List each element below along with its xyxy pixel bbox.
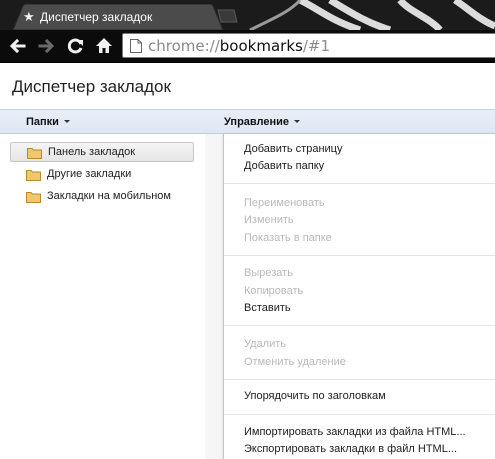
- forward-arrow-icon: [38, 38, 55, 54]
- url-path: /#1: [302, 37, 330, 55]
- folder-icon: [27, 148, 42, 159]
- chevron-down-icon: [63, 120, 70, 123]
- home-button[interactable]: [92, 34, 116, 58]
- tree-item-bookmarks-bar[interactable]: Панель закладок: [10, 142, 194, 162]
- page-icon: [130, 39, 142, 53]
- home-icon: [96, 38, 112, 53]
- menu-item-import-html[interactable]: Импортировать закладки из файла HTML...: [244, 426, 466, 439]
- manager-header-bar: Папки Управление: [0, 109, 495, 134]
- organize-menu: Добавить страницу Добавить папку Переиме…: [223, 134, 495, 459]
- forward-button[interactable]: [35, 34, 59, 58]
- menu-item-sort-by-title[interactable]: Упорядочить по заголовкам: [244, 390, 386, 403]
- menu-item-edit: Изменить: [244, 214, 294, 226]
- tab-bookmark-manager[interactable]: ★ Диспетчер закладок: [13, 4, 231, 30]
- folder-tree: Панель закладок Другие закладки Закладки…: [0, 134, 205, 459]
- tree-item-label: Другие закладки: [47, 168, 132, 180]
- address-bar[interactable]: chrome://bookmarks/#1: [122, 33, 495, 58]
- menu-separator: [224, 379, 495, 380]
- menu-separator: [224, 183, 495, 184]
- tree-item-label: Закладки на мобильном: [47, 190, 171, 202]
- menu-item-show-in-folder: Показать в папке: [244, 232, 332, 244]
- menu-separator: [224, 414, 495, 415]
- menu-item-paste[interactable]: Вставить: [244, 302, 291, 315]
- folder-icon: [26, 170, 41, 181]
- menu-item-export-html[interactable]: Экспортировать закладки в файл HTML...: [244, 443, 457, 456]
- url-host: bookmarks: [219, 37, 303, 55]
- url-scheme: chrome://: [148, 37, 220, 55]
- pane-splitter[interactable]: [205, 134, 223, 459]
- menu-item-delete: Удалить: [244, 338, 286, 350]
- tab-strip: ★ Диспетчер закладок: [0, 0, 495, 30]
- organize-menu-label: Управление: [224, 116, 290, 128]
- star-icon: ★: [23, 9, 35, 24]
- back-arrow-icon: [9, 38, 26, 54]
- tab-title: Диспетчер закладок: [40, 10, 153, 24]
- new-tab-button[interactable]: [214, 9, 238, 23]
- browser-toolbar: chrome://bookmarks/#1: [0, 30, 495, 63]
- menu-item-copy: Копировать: [244, 285, 304, 297]
- tree-item-mobile-bookmarks[interactable]: Закладки на мобильном: [10, 187, 194, 207]
- menu-item-rename: Переименовать: [244, 197, 325, 209]
- back-button[interactable]: [6, 34, 30, 58]
- reload-button[interactable]: [64, 34, 88, 58]
- folders-menu-label: Папки: [26, 116, 59, 128]
- menu-item-undo-delete: Отменить удаление: [244, 356, 346, 368]
- menu-item-cut: Вырезать: [244, 267, 293, 279]
- page-title: Диспетчер закладок: [12, 77, 171, 96]
- menu-separator: [224, 255, 495, 256]
- menu-item-add-folder[interactable]: Добавить папку: [244, 160, 324, 173]
- tree-item-label: Панель закладок: [48, 146, 136, 158]
- tree-item-other-bookmarks[interactable]: Другие закладки: [10, 165, 194, 185]
- chevron-down-icon: [294, 120, 301, 123]
- organize-menu-button[interactable]: Управление: [224, 116, 301, 129]
- folder-icon: [26, 192, 41, 203]
- reload-icon: [67, 38, 83, 54]
- menu-item-add-page[interactable]: Добавить страницу: [244, 143, 342, 156]
- folders-menu-button[interactable]: Папки: [26, 116, 70, 129]
- menu-separator: [224, 325, 495, 326]
- url-text: chrome://bookmarks/#1: [148, 37, 330, 55]
